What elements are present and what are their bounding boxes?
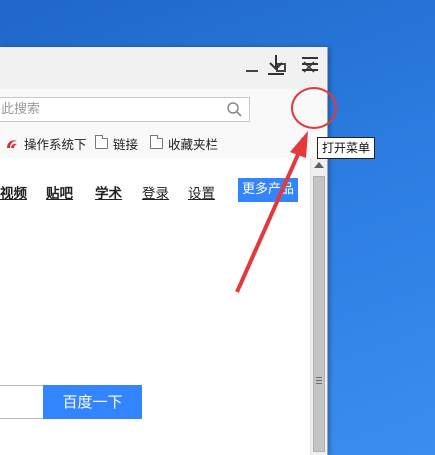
nav-xueshu[interactable]: 学术	[95, 182, 122, 202]
bookmark-item-favorites[interactable]: 收藏夹栏	[150, 134, 218, 153]
bookmark-item-links[interactable]: 链接	[95, 134, 138, 153]
minimize-icon	[246, 70, 258, 72]
nav-tieba[interactable]: 贴吧	[46, 182, 73, 202]
hamburger-line	[302, 69, 318, 71]
vertical-scrollbar[interactable]	[310, 158, 327, 455]
nav-video[interactable]: 视频	[0, 182, 27, 202]
bookmarks-overflow-button[interactable]: »	[300, 133, 309, 149]
bookmarks-bar: 操作系统下 链接 收藏夹栏 »	[0, 130, 327, 155]
folder-icon	[95, 135, 108, 149]
menu-tooltip: 打开菜单	[317, 137, 376, 159]
search-input[interactable]	[0, 385, 43, 419]
grip-icon	[316, 377, 322, 385]
search-submit-button[interactable]: 百度一下	[43, 385, 142, 419]
minimize-button[interactable]	[241, 56, 263, 78]
folder-icon	[150, 135, 163, 149]
scroll-up-icon[interactable]	[314, 162, 324, 168]
address-placeholder: 此搜索	[1, 102, 41, 117]
scrollbar-thumb[interactable]	[313, 176, 325, 452]
download-icon[interactable]	[265, 53, 287, 77]
hamburger-menu-icon	[302, 57, 318, 59]
address-bar[interactable]: 此搜索	[0, 97, 250, 122]
nav-settings[interactable]: 设置	[188, 182, 215, 202]
search-icon[interactable]	[226, 101, 243, 118]
page-content: 视频 贴吧 学术 登录 设置 更多产品 百度一下	[0, 158, 310, 455]
bookmark-label: 链接	[113, 137, 139, 152]
red-swirl-icon	[7, 139, 17, 148]
bookmark-item-os[interactable]: 操作系统下	[5, 134, 87, 153]
hamburger-line	[302, 63, 318, 65]
bookmark-label: 操作系统下	[24, 137, 87, 152]
more-products-button[interactable]: 更多产品	[238, 178, 298, 202]
highlight-circle	[291, 87, 337, 129]
nav-login[interactable]: 登录	[142, 182, 169, 202]
bookmark-label: 收藏夹栏	[168, 137, 219, 152]
menu-button[interactable]	[296, 51, 324, 77]
